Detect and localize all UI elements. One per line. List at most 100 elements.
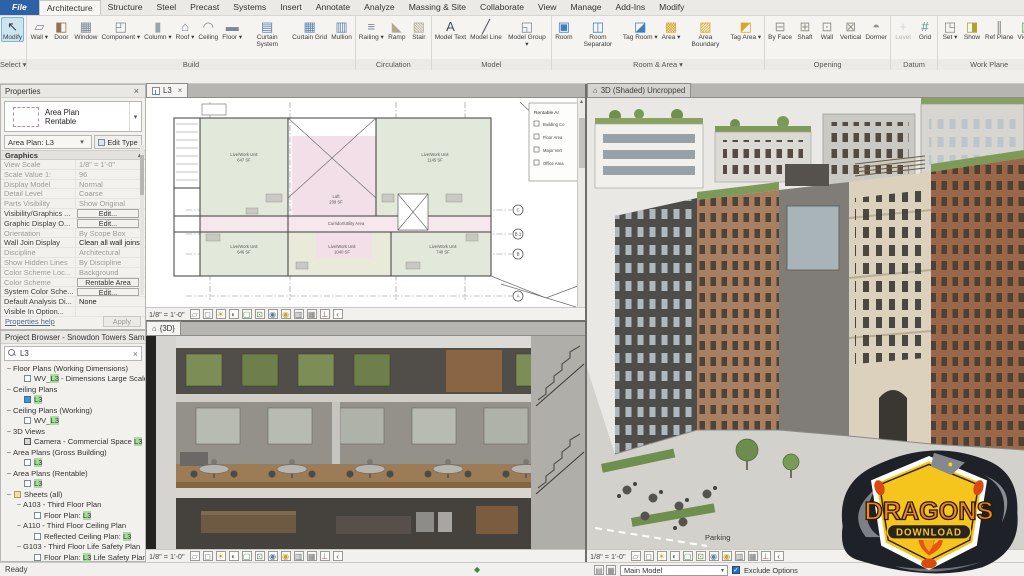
tool-wall-button[interactable]: ▱ Wall ▾: [28, 17, 50, 42]
tree-item-wv-l3-dimensions-large-scale[interactable]: WV_L3 - Dimensions Large Scale: [1, 374, 145, 385]
sun-path-icon[interactable]: ☀: [215, 551, 226, 561]
tree-item-l3[interactable]: L3: [1, 479, 145, 490]
tool-wall-button[interactable]: ⊡ Wall: [816, 17, 838, 42]
tree-expander[interactable]: −: [5, 469, 13, 478]
tool-room-button[interactable]: ▣ Room: [553, 17, 575, 42]
tab-3d-default[interactable]: ⌂ {3D}: [146, 321, 181, 335]
tool-ramp-button[interactable]: ◣ Ramp: [386, 17, 408, 42]
tool-shaft-button[interactable]: ⊞ Shaft: [794, 17, 816, 42]
property-value[interactable]: [75, 306, 145, 316]
tree-expander[interactable]: −: [15, 542, 23, 551]
more-icon[interactable]: ‹: [332, 309, 343, 319]
apply-button[interactable]: Apply: [102, 316, 141, 327]
group-caption-room-area[interactable]: Room & Area ▾: [551, 59, 765, 70]
tool-model-line-button[interactable]: ╱ Model Line: [468, 17, 504, 42]
ribbon-tab-massing-site[interactable]: Massing & Site: [402, 0, 473, 15]
property-value[interactable]: 1/8" = 1'-0": [75, 160, 145, 169]
tool-tag-area-button[interactable]: ◩ Tag Area ▾: [728, 17, 763, 42]
tool-grid-button[interactable]: # Grid: [914, 17, 936, 42]
temporary-view-properties-icon[interactable]: ▥: [293, 309, 304, 319]
tree-item-ceiling-plans-working[interactable]: − Ceiling Plans (Working): [1, 405, 145, 416]
ribbon-tab-steel[interactable]: Steel: [150, 0, 184, 15]
properties-help-link[interactable]: Properties help: [5, 317, 55, 326]
chevron-down-icon[interactable]: ▾: [129, 102, 141, 131]
exclude-options-checkbox[interactable]: ✓: [732, 566, 740, 574]
tool-dormer-button[interactable]: ◓ Dormer: [863, 17, 889, 42]
tree-item-area-plans-gross-building[interactable]: − Area Plans (Gross Building): [1, 447, 145, 458]
ribbon-tab-insert[interactable]: Insert: [273, 0, 309, 15]
ribbon-tab-view[interactable]: View: [531, 0, 563, 15]
scale-button[interactable]: 1/8" = 1'-0": [590, 552, 626, 561]
graphics-section-header[interactable]: Graphics ▴: [1, 150, 145, 160]
tree-item-g103-third-floor-life-safety-plan[interactable]: − G103 - Third Floor Life Safety Plan: [1, 542, 145, 553]
tree-expander[interactable]: −: [5, 406, 13, 415]
scale-button[interactable]: 1/8" = 1'-0": [149, 310, 185, 319]
temporary-hide-isolate-icon[interactable]: ◉: [267, 551, 278, 561]
search-input[interactable]: [20, 349, 130, 358]
tree-item-camera-commercial-space-l3[interactable]: Camera - Commercial Space L3: [1, 437, 145, 448]
tree-expander[interactable]: −: [5, 427, 13, 436]
tree-item-l3[interactable]: L3: [1, 395, 145, 406]
tool-set-button[interactable]: ◳ Set ▾: [939, 17, 961, 42]
reveal-constraints-icon[interactable]: ⊥: [319, 309, 330, 319]
ribbon-tab-manage[interactable]: Manage: [563, 0, 608, 15]
plan-scrollbar[interactable]: ▴: [577, 98, 585, 307]
detail-level-icon[interactable]: ▱: [189, 309, 200, 319]
ribbon-tab-modify[interactable]: Modify: [652, 0, 691, 15]
tool-curtain-grid-button[interactable]: ▦ Curtain Grid: [290, 17, 329, 42]
tree-item-l3[interactable]: L3: [1, 458, 145, 469]
tree-item-wv-l3[interactable]: WV_L3: [1, 416, 145, 427]
ribbon-tab-precast[interactable]: Precast: [183, 0, 226, 15]
worksets-icon[interactable]: ▤: [594, 565, 604, 575]
tree-item-ceiling-plans[interactable]: − Ceiling Plans: [1, 384, 145, 395]
tree-item-a110-third-floor-ceiling-plan[interactable]: − A110 - Third Floor Ceiling Plan: [1, 521, 145, 532]
tree-expander[interactable]: −: [5, 490, 13, 499]
tool-stair-button[interactable]: ▧ Stair: [408, 17, 430, 42]
crop-view-icon[interactable]: ▢: [682, 551, 693, 561]
more-icon[interactable]: ‹: [332, 551, 343, 561]
detail-level-icon[interactable]: ▱: [630, 551, 641, 561]
detail-level-icon[interactable]: ▱: [189, 551, 200, 561]
crop-view-icon[interactable]: ▢: [241, 551, 252, 561]
more-icon[interactable]: ‹: [773, 551, 784, 561]
property-value[interactable]: By Discipline: [75, 257, 145, 267]
tool-column-button[interactable]: ▮ Column ▾: [142, 17, 173, 42]
worksharing-display-icon[interactable]: ▦: [306, 309, 317, 319]
visual-style-icon[interactable]: ◻: [202, 551, 213, 561]
worksharing-display-icon[interactable]: ▦: [747, 551, 758, 561]
scale-button[interactable]: 1/8" = 1'-0": [149, 552, 185, 561]
type-selector[interactable]: Area Plan Rentable ▾: [4, 101, 142, 132]
show-crop-region-icon[interactable]: ⊡: [695, 551, 706, 561]
view-selector[interactable]: Area Plan: L3 ▾: [4, 135, 92, 149]
visual-style-icon[interactable]: ◻: [202, 309, 213, 319]
tool-door-button[interactable]: ◧ Door: [50, 17, 72, 42]
property-button-color-scheme[interactable]: Rentable Area: [77, 278, 139, 287]
reveal-hidden-elements-icon[interactable]: ◉: [280, 309, 291, 319]
tree-expander[interactable]: −: [5, 364, 13, 373]
worksharing-display-icon[interactable]: ▦: [306, 551, 317, 561]
property-value[interactable]: Show Original: [75, 199, 145, 208]
close-tab-icon[interactable]: ×: [178, 86, 183, 95]
reveal-constraints-icon[interactable]: ⊥: [760, 551, 771, 561]
tool-mullion-button[interactable]: ▥ Mullion: [329, 17, 354, 42]
property-value[interactable]: By Scope Box: [75, 228, 145, 238]
tree-expander[interactable]: −: [15, 521, 23, 530]
property-button-visibility-graphics[interactable]: Edit...: [77, 209, 139, 219]
tree-item-floor-plans-working-dimensions[interactable]: − Floor Plans (Working Dimensions): [1, 363, 145, 374]
tree-item-area-plans-rentable[interactable]: − Area Plans (Rentable): [1, 468, 145, 479]
ribbon-tab-annotate[interactable]: Annotate: [309, 0, 357, 15]
tool-show-button[interactable]: ◨ Show: [961, 17, 983, 42]
show-crop-region-icon[interactable]: ⊡: [254, 309, 265, 319]
tool-by-face-button[interactable]: ⊟ By Face: [766, 17, 794, 42]
tool-ref-plane-button[interactable]: ∥ Ref Plane: [983, 17, 1016, 42]
tab-plan-l3[interactable]: L3 ×: [146, 83, 189, 97]
sun-path-icon[interactable]: ☀: [656, 551, 667, 561]
tool-room-separator-button[interactable]: ◫ Room Separator: [575, 17, 621, 50]
shadows-icon[interactable]: ◐: [228, 551, 239, 561]
temporary-hide-isolate-icon[interactable]: ◉: [267, 309, 278, 319]
tool-area-boundary-button[interactable]: ▨ Area Boundary: [682, 17, 728, 50]
close-icon[interactable]: ×: [132, 86, 141, 96]
property-button-graphic-display-o[interactable]: Edit...: [77, 219, 139, 228]
sun-path-icon[interactable]: ☀: [215, 309, 226, 319]
temporary-view-properties-icon[interactable]: ▥: [293, 551, 304, 561]
